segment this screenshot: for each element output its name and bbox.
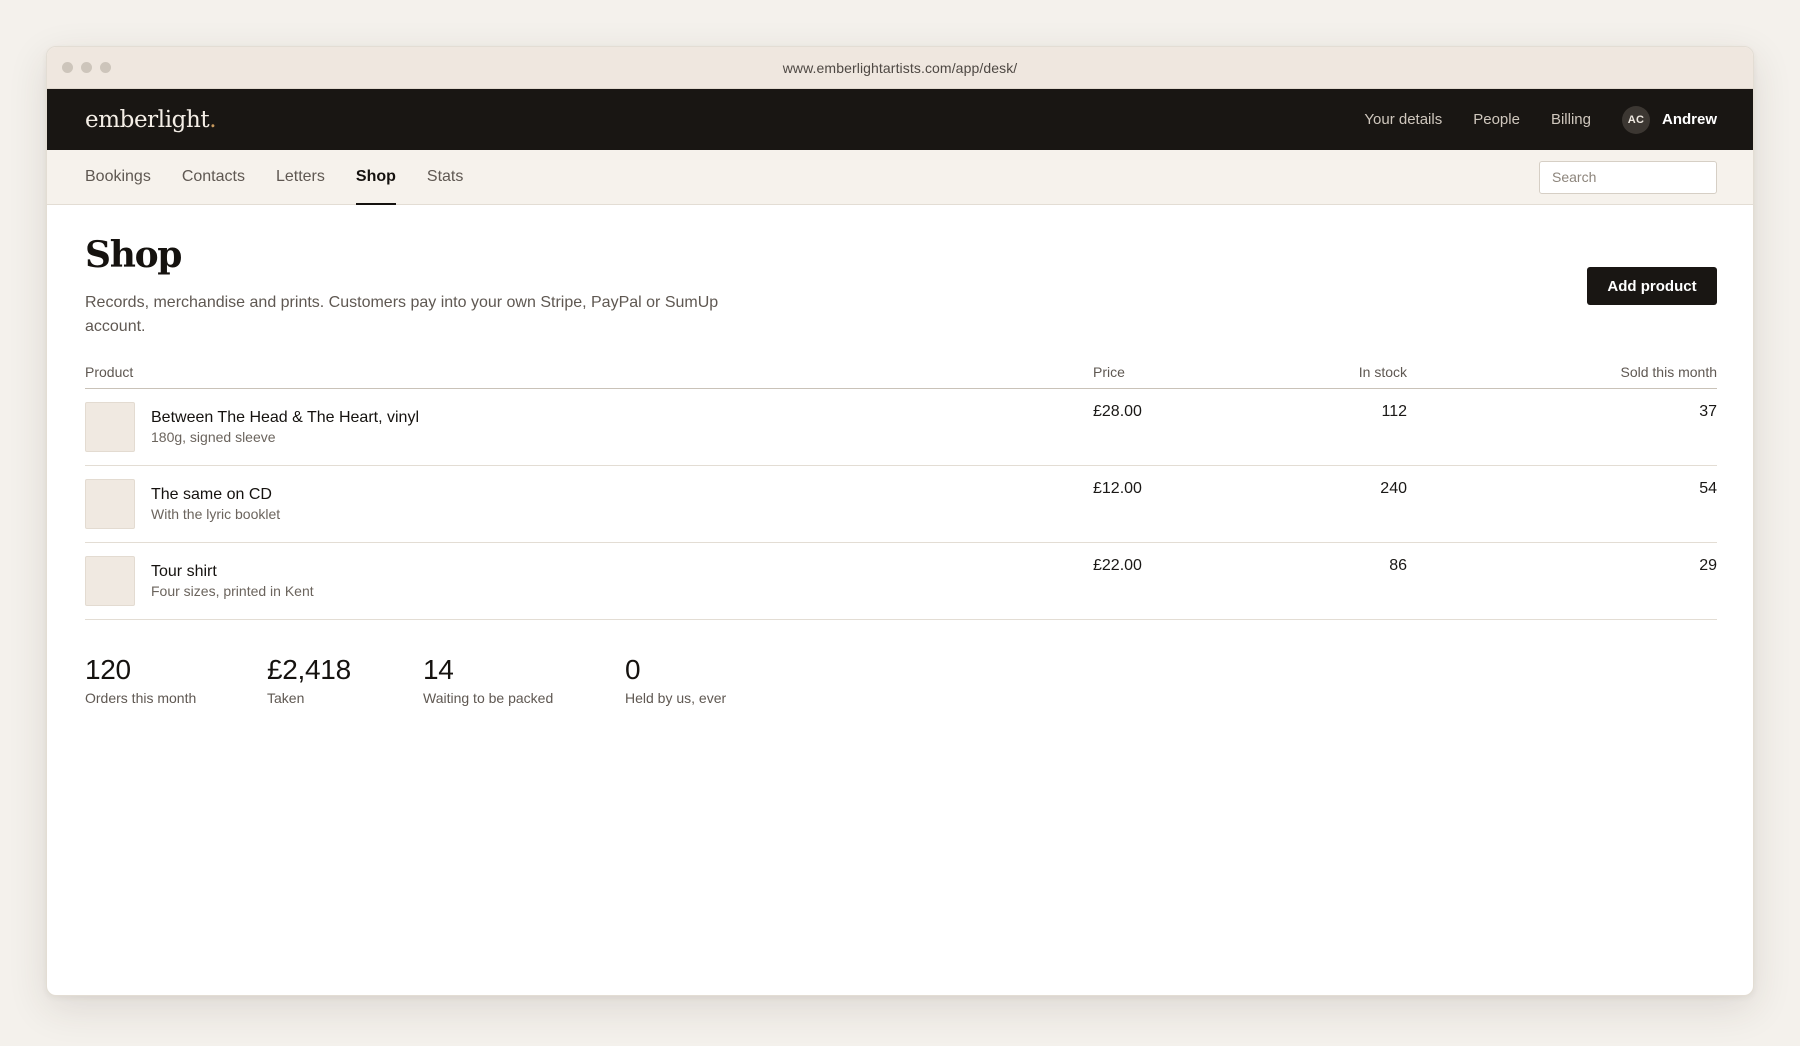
- tab-letters[interactable]: Letters: [276, 150, 325, 204]
- address-bar-url[interactable]: www.emberlightartists.com/app/desk/: [783, 60, 1018, 76]
- product-stock: 112: [1381, 403, 1407, 420]
- tab-stats[interactable]: Stats: [427, 150, 463, 204]
- product-text: Tour shirt Four sizes, printed in Kent: [151, 556, 314, 601]
- table-row[interactable]: Between The Head & The Heart, vinyl 180g…: [85, 389, 1717, 466]
- stat-label: Held by us, ever: [625, 690, 727, 706]
- tab-contacts[interactable]: Contacts: [182, 150, 245, 204]
- stat-taken: £2,418 Taken: [267, 654, 423, 707]
- column-header-in-stock[interactable]: In stock: [1213, 364, 1407, 380]
- page-description: Records, merchandise and prints. Custome…: [85, 294, 719, 335]
- product-text: The same on CD With the lyric booklet: [151, 479, 280, 524]
- user-name: Andrew: [1661, 111, 1717, 128]
- stat-waiting: 14 Waiting to be packed: [423, 654, 625, 707]
- nav-your-details[interactable]: Your details: [1364, 111, 1442, 128]
- products-table: Product Price In stock Sold this month B…: [85, 355, 1717, 620]
- column-header-price[interactable]: Price: [1093, 364, 1213, 380]
- minimize-window-dot[interactable]: [81, 62, 92, 73]
- product-sold: 54: [1699, 480, 1717, 497]
- product-text: Between The Head & The Heart, vinyl 180g…: [151, 402, 419, 447]
- product-thumbnail: [85, 402, 135, 452]
- brand-name: emberlight: [85, 106, 210, 133]
- table-row[interactable]: Tour shirt Four sizes, printed in Kent £…: [85, 543, 1717, 620]
- product-price: £12.00: [1093, 480, 1142, 497]
- stat-label: Orders this month: [85, 690, 197, 706]
- product-cell: Between The Head & The Heart, vinyl 180g…: [85, 389, 1093, 452]
- product-sold: 37: [1699, 403, 1717, 420]
- page-title: Shop: [85, 234, 182, 276]
- close-window-dot[interactable]: [62, 62, 73, 73]
- browser-window: www.emberlightartists.com/app/desk/ embe…: [46, 46, 1754, 996]
- stat-held: 0 Held by us, ever: [625, 654, 726, 707]
- main-content: Shop Records, merchandise and prints. Cu…: [47, 233, 1753, 707]
- browser-titlebar: www.emberlightartists.com/app/desk/: [47, 47, 1753, 89]
- product-detail: With the lyric booklet: [151, 506, 281, 522]
- stat-value: £2,418: [267, 654, 351, 685]
- brand-logo[interactable]: emberlight.: [85, 106, 217, 133]
- product-price: £22.00: [1093, 557, 1142, 574]
- brand-dot: .: [209, 106, 217, 133]
- app-header: emberlight. Your details People Billing …: [47, 89, 1753, 150]
- stat-value: 120: [85, 654, 131, 685]
- tab-shop[interactable]: Shop: [355, 150, 396, 205]
- stat-value: 14: [423, 654, 454, 685]
- table-header: Product Price In stock Sold this month: [85, 355, 1717, 389]
- section-tabs: Bookings Contacts Letters Shop Stats: [47, 150, 1753, 205]
- tab-bookings[interactable]: Bookings: [85, 150, 151, 204]
- stat-value: 0: [625, 654, 641, 685]
- maximize-window-dot[interactable]: [100, 62, 111, 73]
- account-nav: Your details People Billing AC Andrew: [1333, 105, 1717, 134]
- product-name[interactable]: The same on CD: [151, 485, 280, 504]
- table-row[interactable]: The same on CD With the lyric booklet £1…: [85, 466, 1717, 543]
- product-name[interactable]: Between The Head & The Heart, vinyl: [151, 408, 419, 427]
- stat-orders: 120 Orders this month: [85, 654, 267, 707]
- add-product-button[interactable]: Add product: [1587, 267, 1717, 305]
- stat-label: Waiting to be packed: [423, 690, 554, 706]
- user-menu[interactable]: AC Andrew: [1621, 105, 1717, 134]
- product-price: £28.00: [1093, 403, 1142, 420]
- search-input[interactable]: [1539, 160, 1717, 194]
- nav-people[interactable]: People: [1473, 111, 1520, 128]
- column-header-product[interactable]: Product: [85, 364, 1093, 380]
- column-header-sold-this-month[interactable]: Sold this month: [1407, 364, 1718, 380]
- product-stock: 240: [1380, 480, 1407, 497]
- stat-label: Taken: [267, 690, 305, 706]
- product-thumbnail: [85, 556, 135, 606]
- product-cell: The same on CD With the lyric booklet: [85, 466, 1093, 529]
- product-sold: 29: [1699, 557, 1717, 574]
- shop-stats: 120 Orders this month £2,418 Taken 14 Wa…: [85, 654, 1717, 707]
- product-detail: 180g, signed sleeve: [151, 429, 276, 445]
- window-controls: [62, 62, 111, 73]
- product-cell: Tour shirt Four sizes, printed in Kent: [85, 543, 1093, 606]
- product-stock: 86: [1389, 557, 1407, 574]
- product-name[interactable]: Tour shirt: [151, 562, 314, 581]
- product-thumbnail: [85, 479, 135, 529]
- avatar: AC: [1621, 105, 1650, 134]
- product-detail: Four sizes, printed in Kent: [151, 583, 314, 599]
- nav-billing[interactable]: Billing: [1551, 111, 1591, 128]
